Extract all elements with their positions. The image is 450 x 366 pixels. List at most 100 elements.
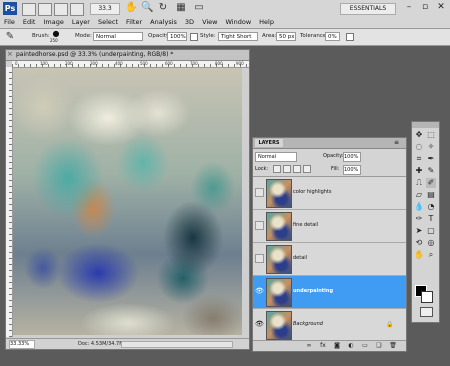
clone-stamp-icon[interactable]: ⎍ [414, 178, 424, 188]
brush-preset-icon[interactable]: ● [51, 30, 61, 38]
menu-window[interactable]: Window [222, 16, 256, 28]
close-document-icon[interactable]: × [7, 51, 14, 58]
tablet-pressure-icon[interactable] [190, 33, 198, 41]
bridge-icon[interactable] [22, 3, 36, 16]
layer-opacity-field[interactable]: 100% [343, 152, 361, 162]
trash-icon[interactable]: 🗑 [389, 342, 397, 350]
panel-menu-icon[interactable]: ≡ [394, 139, 399, 147]
menu-view[interactable]: View [198, 16, 221, 28]
quick-select-icon[interactable]: ✧ [426, 142, 436, 152]
lasso-tool-icon[interactable]: ◌ [414, 142, 424, 152]
menu-select[interactable]: Select [94, 16, 122, 28]
screen-mode-icon[interactable]: ▭ [193, 2, 205, 14]
healing-brush-icon[interactable]: ✚ [414, 166, 424, 176]
blend-mode-select[interactable]: Normal [255, 152, 297, 162]
background-color-swatch[interactable] [421, 291, 433, 303]
layer-row[interactable]: color highlights [253, 177, 406, 210]
document-window: × paintedhorse.psd @ 33.3% (underpaintin… [5, 49, 250, 350]
tolerance-field[interactable]: 0% [325, 32, 340, 41]
adjustment-icon[interactable]: ◐ [347, 342, 355, 350]
folder-icon[interactable]: ▭ [361, 342, 369, 350]
menu-file[interactable]: File [0, 16, 19, 28]
lock-transparency-icon[interactable] [273, 165, 281, 173]
layers-tab[interactable]: LAYERS [255, 139, 283, 147]
restore-button[interactable]: ▫ [419, 2, 431, 13]
horizontal-scrollbar[interactable] [121, 341, 233, 348]
eraser-tool-icon[interactable]: ▱ [414, 190, 424, 200]
menu-edit[interactable]: Edit [19, 16, 40, 28]
layer-row[interactable]: 👁 Background 🔒 [253, 309, 406, 342]
dodge-tool-icon[interactable]: ◔ [426, 202, 436, 212]
grid-icon[interactable] [70, 3, 84, 16]
close-button[interactable]: ✕ [435, 2, 447, 13]
menu-image[interactable]: Image [39, 16, 67, 28]
menu-analysis[interactable]: Analysis [146, 16, 181, 28]
document-info[interactable]: Doc: 4.53M/34.7M [78, 341, 124, 347]
pressure-size-icon[interactable] [346, 33, 354, 41]
menu-3d[interactable]: 3D [181, 16, 198, 28]
tools-panel-header[interactable] [412, 122, 439, 128]
hand-tool-icon[interactable]: ✋ [414, 250, 424, 260]
menu-help[interactable]: Help [255, 16, 278, 28]
eye-icon[interactable]: 👁 [255, 320, 264, 328]
3d-rotate-icon[interactable]: ⟲ [414, 238, 424, 248]
fill-field[interactable]: 100% [343, 165, 361, 175]
application-bar: Ps 33.3 ✋ 🔍 ↻ ▦ ▭ ESSENTIALS – ▫ ✕ File E… [0, 0, 450, 29]
workspace-switcher[interactable]: ESSENTIALS [340, 3, 396, 15]
lock-icon: 🔒 [386, 321, 394, 328]
layer-list: color highlights fine detail detail 👁 un… [253, 176, 406, 342]
vertical-ruler[interactable] [6, 67, 13, 337]
visibility-toggle[interactable] [255, 188, 264, 197]
document-zoom-field[interactable]: 33.33% [9, 340, 35, 349]
path-select-icon[interactable]: ➤ [414, 226, 424, 236]
lock-all-icon[interactable] [303, 165, 311, 173]
hand-tool-icon[interactable]: ✋ [125, 2, 137, 14]
zoom-tool-icon[interactable]: 🔍 [141, 2, 153, 14]
layer-row-selected[interactable]: 👁 underpainting [253, 276, 406, 309]
type-tool-icon[interactable]: T [426, 214, 436, 224]
image-canvas[interactable] [13, 68, 242, 335]
marquee-tool-icon[interactable]: ⬚ [426, 130, 436, 140]
mode-select[interactable]: Normal [93, 32, 143, 41]
layer-row[interactable]: fine detail [253, 210, 406, 243]
rotate-view-icon[interactable]: ↻ [157, 2, 169, 14]
lock-position-icon[interactable] [293, 165, 301, 173]
fx-icon[interactable]: fx [319, 342, 327, 350]
new-layer-icon[interactable]: ❑ [375, 342, 383, 350]
menu-layer[interactable]: Layer [68, 16, 94, 28]
art-history-brush-tool-icon[interactable]: ✐ [426, 178, 436, 188]
eye-icon[interactable]: 👁 [255, 287, 264, 295]
brush-tool-icon[interactable]: ✎ [426, 166, 436, 176]
zoom-level-select[interactable]: 33.3 [90, 3, 120, 15]
eyedropper-icon[interactable]: ✒ [426, 154, 436, 164]
art-history-brush-icon[interactable]: ✎ [4, 31, 16, 43]
3d-orbit-icon[interactable]: ◎ [426, 238, 436, 248]
crop-tool-icon[interactable]: ⌗ [414, 154, 424, 164]
style-select[interactable]: Tight Short [218, 32, 258, 41]
minimize-button[interactable]: – [403, 2, 415, 13]
visibility-toggle[interactable] [255, 221, 264, 230]
layer-thumbnail [266, 179, 292, 208]
shape-tool-icon[interactable]: ▢ [426, 226, 436, 236]
document-tab[interactable]: × paintedhorse.psd @ 33.3% (underpaintin… [6, 50, 249, 61]
mini-bridge-icon[interactable] [38, 3, 52, 16]
mask-icon[interactable]: ◙ [333, 342, 341, 350]
style-label: Style: [200, 33, 216, 39]
guides-icon[interactable] [54, 3, 68, 16]
opacity-field[interactable]: 100% [167, 32, 187, 41]
layer-name: detail [293, 255, 308, 261]
visibility-toggle[interactable] [255, 254, 264, 263]
menu-filter[interactable]: Filter [122, 16, 146, 28]
area-field[interactable]: 50 px [276, 32, 296, 41]
blur-tool-icon[interactable]: 💧 [414, 202, 424, 212]
layer-thumbnail [266, 278, 292, 307]
pen-tool-icon[interactable]: ✑ [414, 214, 424, 224]
gradient-tool-icon[interactable]: ▤ [426, 190, 436, 200]
arrange-documents-icon[interactable]: ▦ [175, 2, 187, 14]
lock-pixels-icon[interactable] [283, 165, 291, 173]
move-tool-icon[interactable]: ✥ [414, 130, 424, 140]
quick-mask-icon[interactable] [420, 307, 433, 317]
link-icon[interactable]: ∞ [305, 342, 313, 350]
layer-row[interactable]: detail [253, 243, 406, 276]
zoom-tool-icon[interactable]: ⌕ [426, 250, 436, 260]
